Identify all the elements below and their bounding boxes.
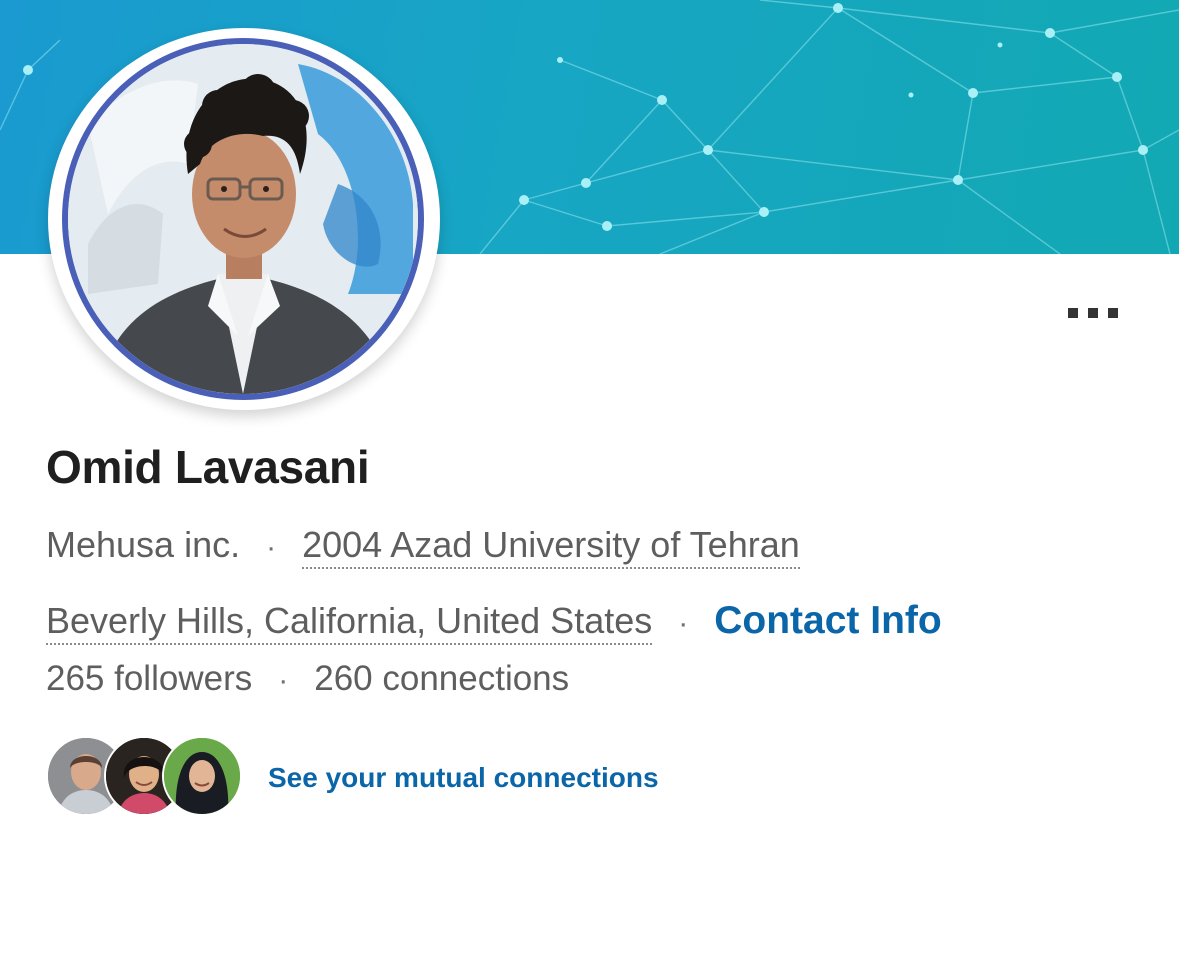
company-name[interactable]: Mehusa inc.: [46, 524, 240, 565]
separator: ·: [278, 664, 289, 697]
headline-row: Mehusa inc. · 2004 Azad University of Tehr…: [46, 524, 800, 569]
contact-info-link[interactable]: Contact Info: [714, 599, 941, 642]
mutual-avatar: [162, 736, 242, 816]
avatar-portrait: [164, 738, 240, 814]
education-link[interactable]: 2004 Azad University of Tehran: [302, 524, 800, 569]
more-dot: [1088, 308, 1098, 318]
location-row: Beverly Hills, California, United States…: [46, 599, 942, 645]
see-mutual-connections-link[interactable]: See your mutual connections: [268, 762, 659, 794]
more-horizontal-icon[interactable]: [1068, 303, 1132, 323]
more-dot: [1108, 308, 1118, 318]
followers-count[interactable]: 265 followers: [46, 659, 252, 698]
profile-photo[interactable]: [62, 38, 424, 400]
separator: ·: [678, 607, 689, 640]
profile-name: Omid Lavasani: [46, 441, 370, 493]
connections-count[interactable]: 260 connections: [314, 659, 569, 698]
profile-photo-portrait: [68, 44, 418, 394]
more-dot: [1068, 308, 1078, 318]
location-text[interactable]: Beverly Hills, California, United States: [46, 600, 653, 645]
network-stats-row: 265 followers · 260 connections: [46, 659, 569, 699]
mutual-connections-avatars[interactable]: [46, 736, 246, 820]
separator: ·: [266, 531, 277, 564]
